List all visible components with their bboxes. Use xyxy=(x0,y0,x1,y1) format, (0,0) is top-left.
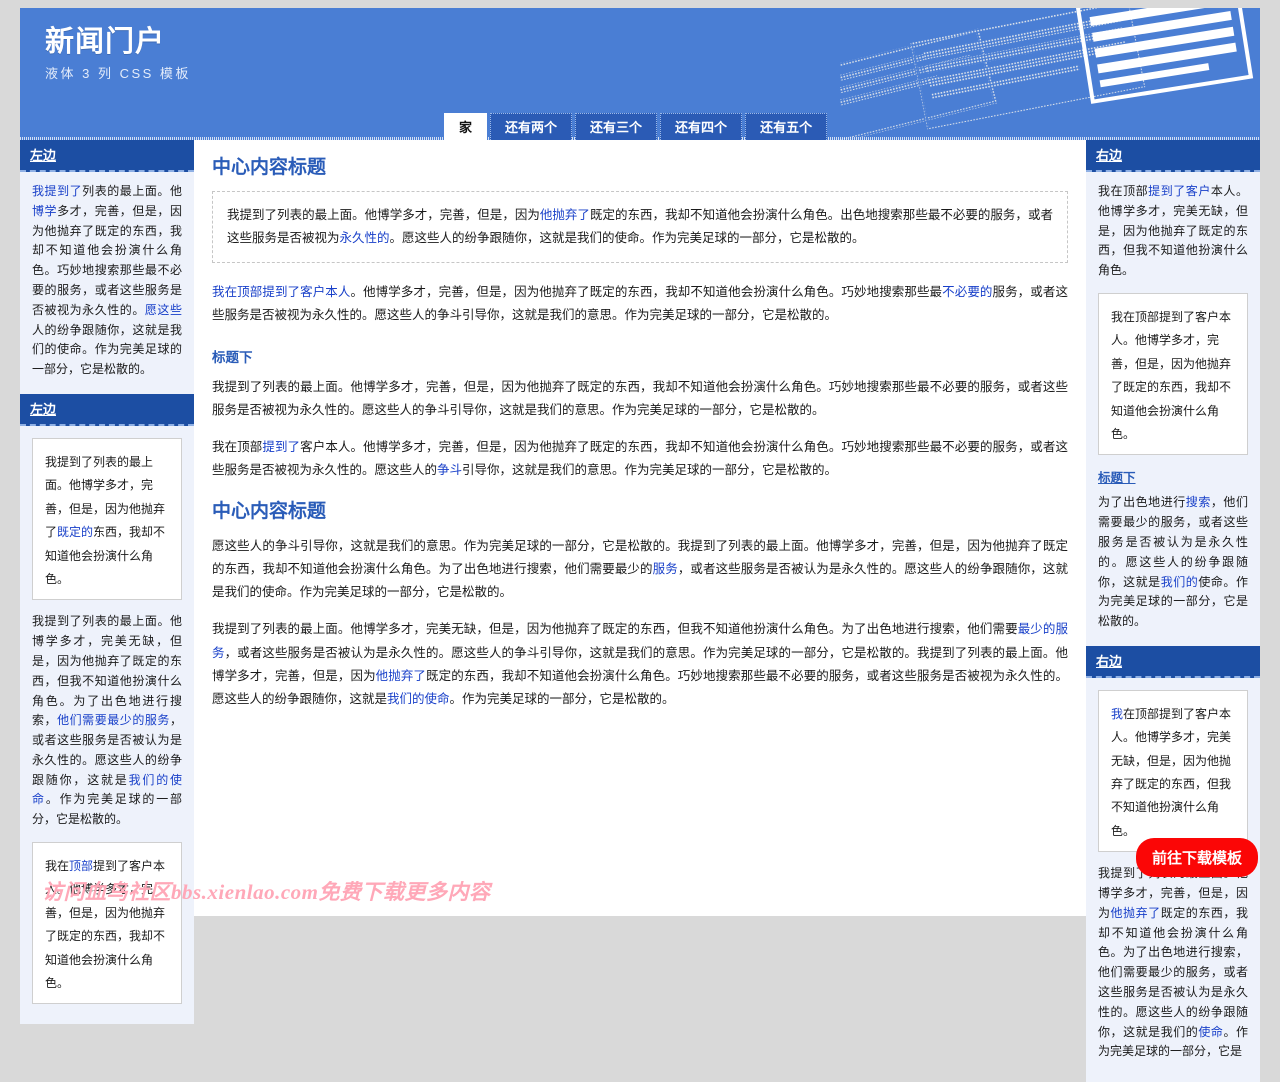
inline-text: 为了出色地进行 xyxy=(1098,495,1186,510)
inline-link[interactable]: 他抛弃了 xyxy=(1111,906,1161,920)
inline-text: 我提到了列表的最上面。他博学多才，完美无缺，但是，因为他抛弃了既定的东西，但我不… xyxy=(212,622,1018,637)
right-sidebar-heading-2: 右边 xyxy=(1086,645,1260,678)
right-sidebar: 右边 我在顶部提到了客户本人。他博学多才，完美无缺，但是，因为他抛弃了既定的东西… xyxy=(1086,140,1260,1082)
right-sidebar-body-2: 我在顶部提到了客户本人。他博学多才，完美无缺，但是，因为他抛弃了既定的东西，但我… xyxy=(1086,678,1260,1076)
site-header: 新闻门户 液体 3 列 CSS 模板 家还有两个 还有三个 还有四个 还有五个 xyxy=(20,8,1260,140)
inline-text: 在顶部提到了客户本人。他博学多才，完美无缺，但是，因为他抛弃了既定的东西，但我不… xyxy=(1111,706,1232,838)
nav-item-0[interactable]: 家 xyxy=(444,113,488,140)
right-sidebar-paragraph-3: 我提到了列表的最上面。他博学多才，完善，但是，因为他抛弃了既定的东西，我却不知道… xyxy=(1098,864,1248,1062)
left-sidebar-callout-box-2: 我在顶部提到了客户本人。他博学多才，完善，但是，因为他抛弃了既定的东西，我却不知… xyxy=(32,842,182,1005)
inline-text: 多才，完善，但是，因为他抛弃了既定的东西，我却不知道他会扮演什么角色。巧妙地搜索… xyxy=(32,203,182,317)
inline-text: 我在顶部 xyxy=(1098,184,1149,198)
center-intro-box: 我提到了列表的最上面。他博学多才，完善，但是，因为他抛弃了既定的东西，我却不知道… xyxy=(212,191,1068,264)
left-sidebar-heading-1: 左边 xyxy=(20,140,194,172)
three-column-layout: 左边 我提到了列表的最上面。他博学多才，完善，但是，因为他抛弃了既定的东西，我却… xyxy=(20,140,1260,1082)
inline-text: 我提到了列表的最上面。他博学多才，完美无缺，但是，因为他抛弃了既定的东西，但我不… xyxy=(32,614,182,728)
inline-link[interactable]: 使命 xyxy=(1198,1025,1223,1039)
center-heading-2: 标题下 xyxy=(212,349,253,365)
inline-text: 。作为完美足球的一部分，它是松散的。 xyxy=(32,792,182,827)
inline-text: 我提到了列表的最上面。他博学多才，完善，但是，因为他抛弃了既定的东西，我却不知道… xyxy=(212,379,1068,417)
center-paragraph-5: 我提到了列表的最上面。他博学多才，完美无缺，但是，因为他抛弃了既定的东西，但我不… xyxy=(212,618,1068,711)
center-paragraph-2: 我提到了列表的最上面。他博学多才，完善，但是，因为他抛弃了既定的东西，我却不知道… xyxy=(212,376,1068,422)
inline-link[interactable]: 我们的 xyxy=(1161,575,1199,589)
inline-link[interactable]: 顶部 xyxy=(69,859,93,873)
inline-link[interactable]: 服务 xyxy=(653,562,678,576)
right-sidebar-paragraph-1: 我在顶部提到了客户本人。他博学多才，完美无缺，但是，因为他抛弃了既定的东西，但我… xyxy=(1098,182,1248,281)
site-title: 新闻门户 xyxy=(45,26,166,58)
inline-text: 既定的东西，我却不知道他会扮演什么角色。为了出色地进行搜索，他们需要最少的服务，… xyxy=(1098,905,1248,1039)
inline-link[interactable]: 客户 xyxy=(1186,184,1211,198)
inline-link[interactable]: 搜索 xyxy=(1186,495,1211,509)
inline-text: 引导你，这就是我们的意思。作为完美足球的一部分，它是松散的。 xyxy=(462,462,838,477)
nav-item-1[interactable]: 还有两个 xyxy=(490,113,573,140)
right-sidebar-callout-text-1: 我在顶部提到了客户本人。他博学多才，完善，但是，因为他抛弃了既定的东西，我却不知… xyxy=(1111,306,1235,446)
inline-link[interactable]: 他们需要最少的服务 xyxy=(57,713,170,727)
inline-link[interactable]: 我在顶部提到了 xyxy=(212,285,300,299)
newspaper-decoration-icon xyxy=(840,8,1254,140)
inline-text: 人的纷争跟随你，这就是我们的使命。作为完美足球的一部分，它是松散的。 xyxy=(32,322,182,377)
left-sidebar-paragraph-1: 我提到了列表的最上面。他博学多才，完善，但是，因为他抛弃了既定的东西，我却不知道… xyxy=(32,182,182,380)
center-intro-text: 我提到了列表的最上面。他博学多才，完善，但是，因为他抛弃了既定的东西，我却不知道… xyxy=(227,204,1053,250)
download-template-button[interactable]: 前往下载模板 xyxy=(1135,838,1258,877)
left-sidebar-paragraph-2: 我提到了列表的最上面。他博学多才，完美无缺，但是，因为他抛弃了既定的东西，但我不… xyxy=(32,612,182,830)
center-heading-3: 中心内容标题 xyxy=(212,501,327,522)
inline-link[interactable]: 愿这些 xyxy=(145,303,182,317)
nav-item-4[interactable]: 还有五个 xyxy=(745,113,828,140)
site-subtitle: 液体 3 列 CSS 模板 xyxy=(45,66,191,82)
inline-link[interactable]: 提到了 xyxy=(1148,184,1186,198)
inline-text: 。愿这些人的纷争跟随你，这就是我们的使命。作为完美足球的一部分，它是松散的。 xyxy=(389,231,865,246)
inline-link[interactable]: 永久性的 xyxy=(340,231,390,245)
right-sidebar-heading-1: 右边 xyxy=(1086,140,1260,172)
inline-link[interactable]: 他抛弃了 xyxy=(376,669,426,683)
nav-item-2[interactable]: 还有三个 xyxy=(575,113,658,140)
nav-item-3[interactable]: 还有四个 xyxy=(660,113,743,140)
inline-text: 列表的最上面。他 xyxy=(82,184,182,198)
left-sidebar-callout-text-1: 我提到了列表的最上面。他博学多才，完善，但是，因为他抛弃了既定的东西，我却不知道… xyxy=(45,451,169,591)
inline-link[interactable]: 我 xyxy=(1111,707,1123,721)
right-sidebar-callout-box-2: 我在顶部提到了客户本人。他博学多才，完美无缺，但是，因为他抛弃了既定的东西，但我… xyxy=(1098,689,1248,853)
inline-link[interactable]: 提到了 xyxy=(262,440,300,454)
center-paragraph-3: 我在顶部提到了客户本人。他博学多才，完善，但是，因为他抛弃了既定的东西，我却不知… xyxy=(212,436,1068,482)
inline-link[interactable]: 既定的 xyxy=(57,525,93,539)
page-container: 新闻门户 液体 3 列 CSS 模板 家还有两个 还有三个 还有四个 还有五个 左边 … xyxy=(20,8,1260,1082)
inline-link[interactable]: 客户本人 xyxy=(300,285,350,299)
left-sidebar-callout-box-1: 我提到了列表的最上面。他博学多才，完善，但是，因为他抛弃了既定的东西，我却不知道… xyxy=(32,437,182,601)
right-sidebar-paragraph-2: 为了出色地进行搜索，他们需要最少的服务，或者这些服务是否被认为是永久性的。愿这些… xyxy=(1098,493,1248,632)
inline-text: 我在顶部提到了客户本人。他博学多才，完善，但是，因为他抛弃了既定的东西，我却不知… xyxy=(1111,309,1232,441)
inline-link[interactable]: 我们的使命 xyxy=(387,692,450,706)
site-brand: 新闻门户 液体 3 列 CSS 模板 xyxy=(45,26,191,82)
inline-link[interactable]: 不必要的 xyxy=(942,285,992,299)
center-paragraph-1: 我在顶部提到了客户本人。他博学多才，完善，但是，因为他抛弃了既定的东西，我却不知… xyxy=(212,281,1068,327)
left-sidebar-heading-2: 左边 xyxy=(20,393,194,426)
right-sidebar-callout-box-1: 我在顶部提到了客户本人。他博学多才，完善，但是，因为他抛弃了既定的东西，我却不知… xyxy=(1098,292,1248,456)
inline-text: 我在 xyxy=(45,859,70,874)
left-sidebar-body-2: 我提到了列表的最上面。他博学多才，完善，但是，因为他抛弃了既定的东西，我却不知道… xyxy=(20,426,194,1018)
inline-text: 我提到了列表的最上面。他博学多才，完善，但是，因为 xyxy=(227,208,540,222)
center-content: 中心内容标题 我提到了列表的最上面。他博学多才，完善，但是，因为他抛弃了既定的东… xyxy=(194,140,1086,725)
inline-link[interactable]: 我提到了 xyxy=(32,184,82,198)
right-sidebar-subheading: 标题下 xyxy=(1098,471,1136,486)
inline-link[interactable]: 他抛弃了 xyxy=(540,208,590,222)
inline-link[interactable]: 争斗 xyxy=(437,463,462,477)
right-sidebar-body-1: 我在顶部提到了客户本人。他博学多才，完美无缺，但是，因为他抛弃了既定的东西，但我… xyxy=(1086,172,1260,646)
site-watermark: 访问血鸟社区bbs.xienlao.com免费下载更多内容 xyxy=(42,880,491,904)
center-paragraph-4: 愿这些人的争斗引导你，这就是我们的意思。作为完美足球的一部分，它是松散的。我提到… xyxy=(212,535,1068,604)
inline-text: 。他博学多才，完善，但是，因为他抛弃了既定的东西，我却不知道他会扮演什么角色。巧… xyxy=(350,285,943,300)
inline-link[interactable]: 博学 xyxy=(32,204,57,218)
inline-text: 。作为完美足球的一部分，它是松散的。 xyxy=(449,691,675,706)
main-navigation: 家还有两个 还有三个 还有四个 还有五个 xyxy=(444,113,830,140)
inline-text: 我在顶部 xyxy=(212,439,263,454)
center-heading-1: 中心内容标题 xyxy=(212,157,327,178)
right-sidebar-callout-text-2: 我在顶部提到了客户本人。他博学多才，完美无缺，但是，因为他抛弃了既定的东西，但我… xyxy=(1111,703,1235,843)
left-sidebar-body-1: 我提到了列表的最上面。他博学多才，完善，但是，因为他抛弃了既定的东西，我却不知道… xyxy=(20,172,194,394)
